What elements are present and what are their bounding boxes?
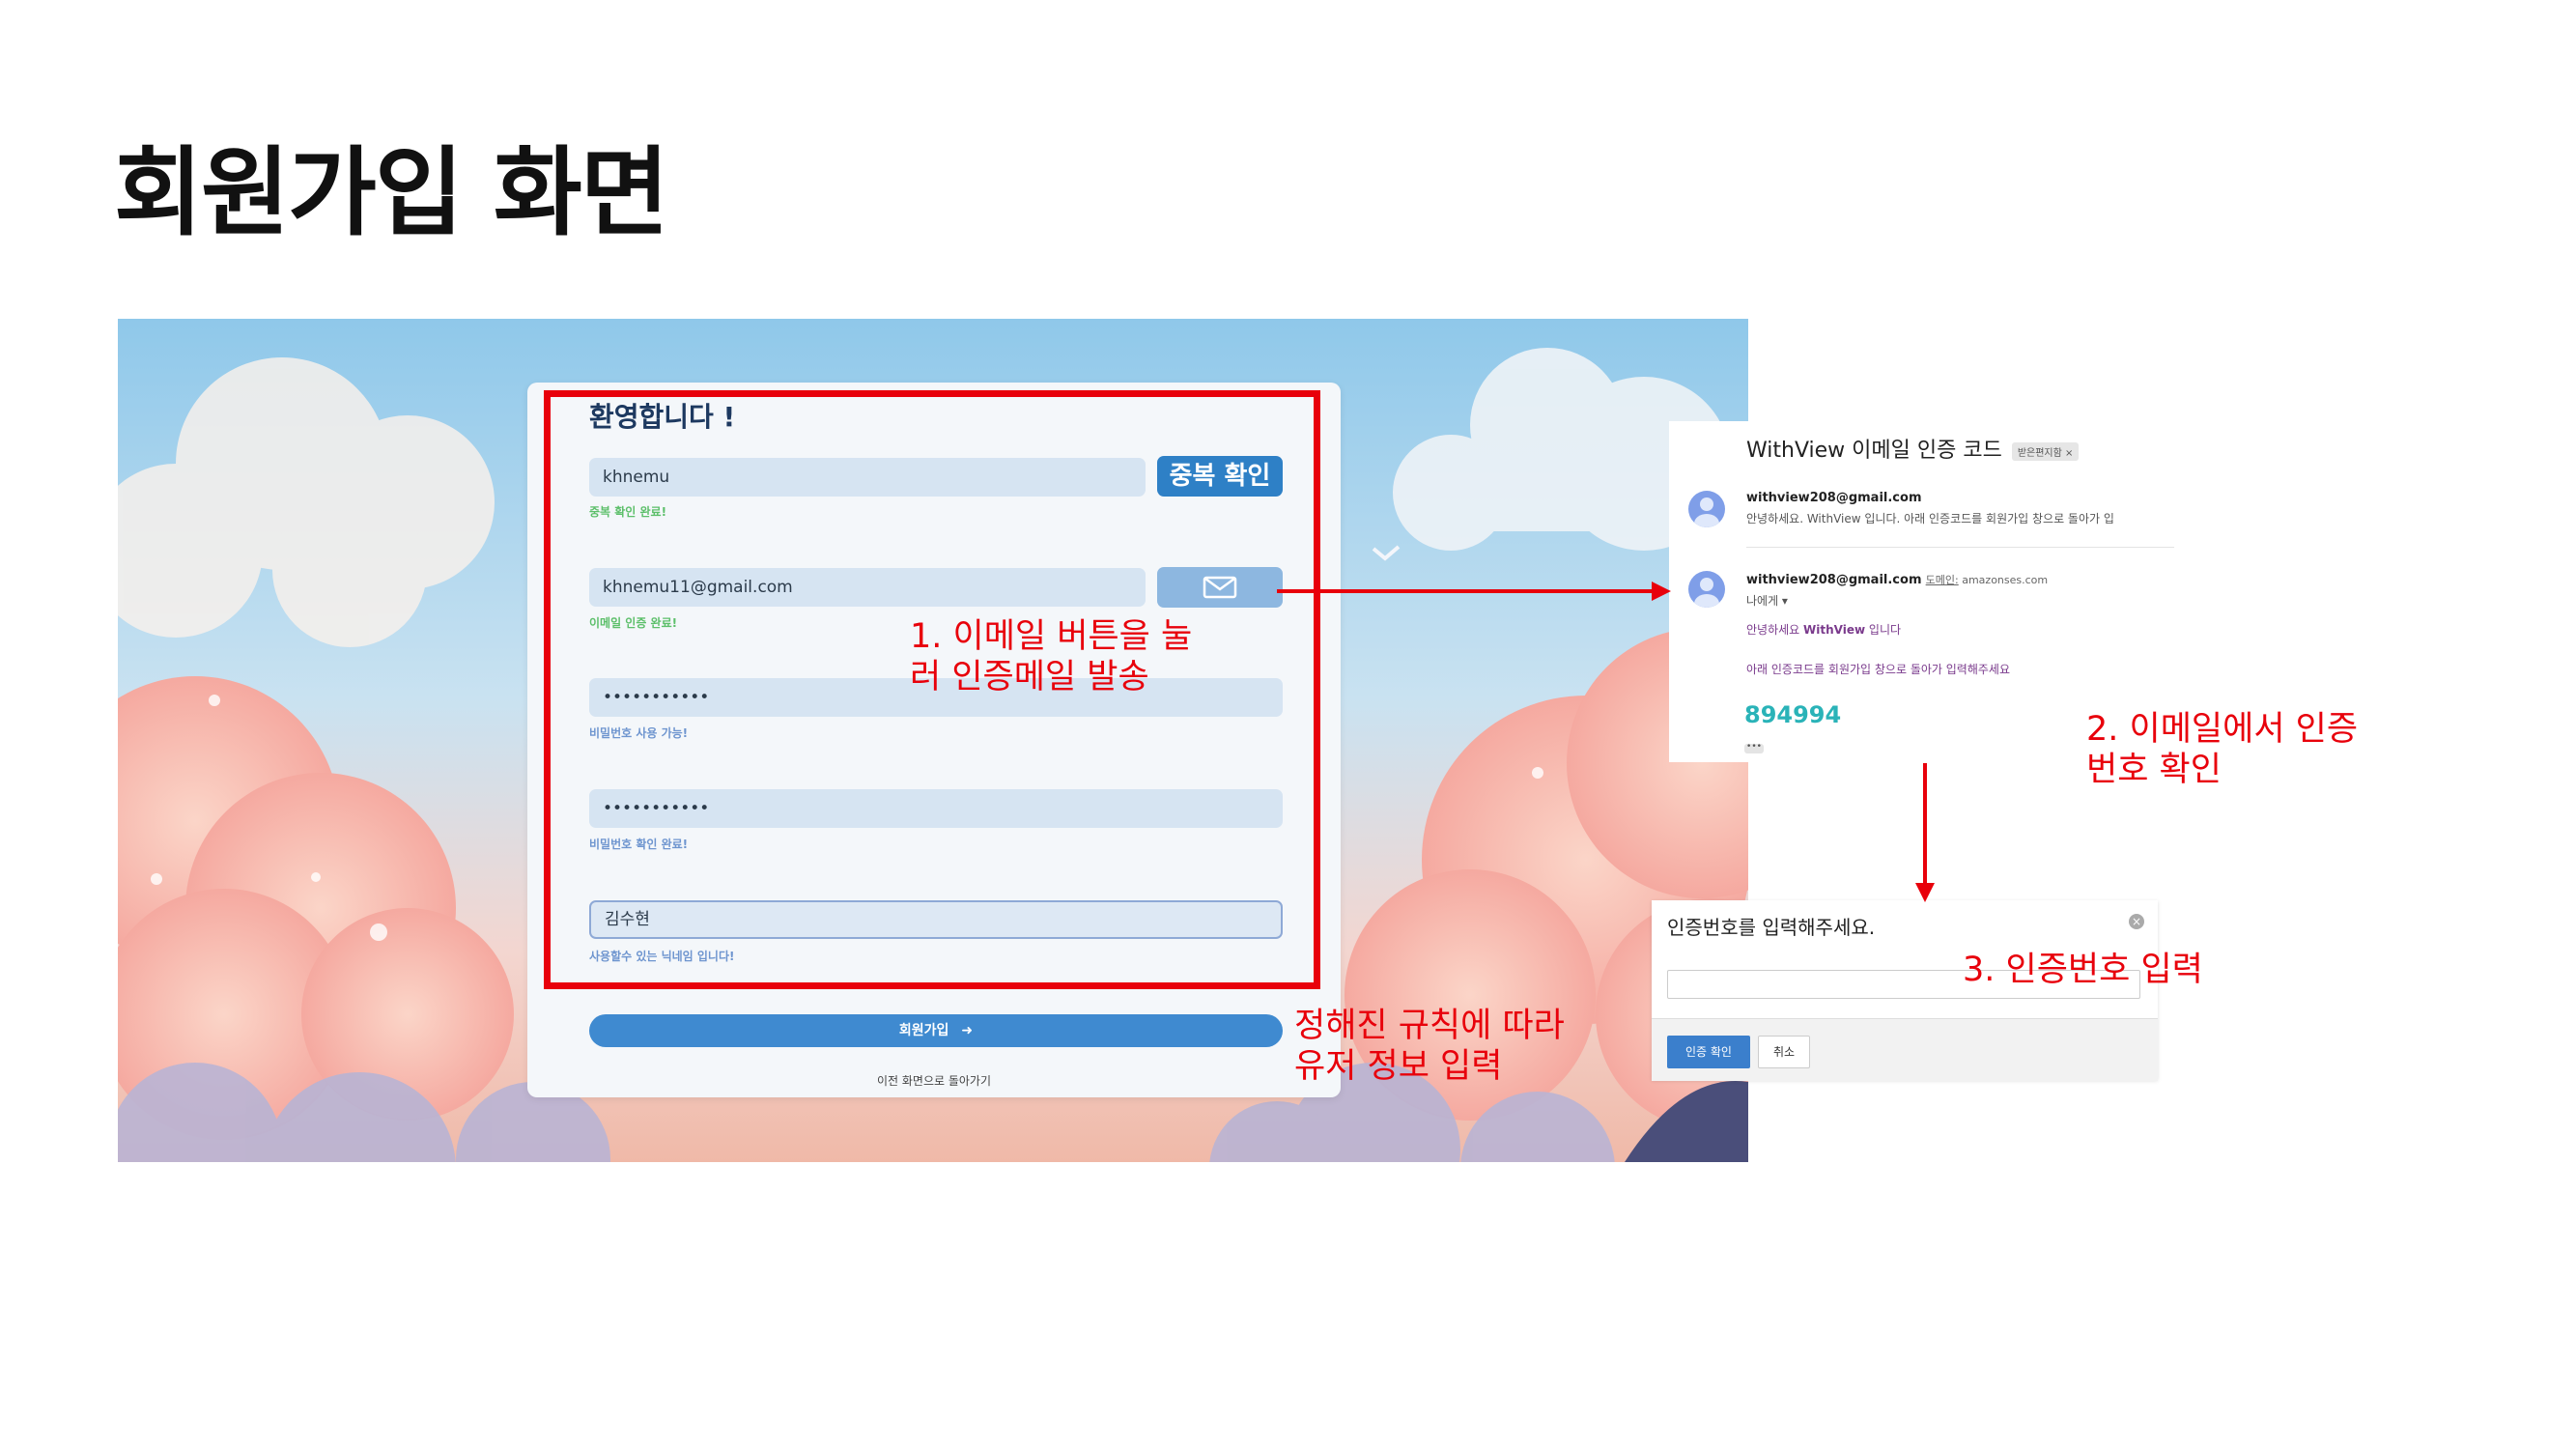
- cancel-button[interactable]: 취소: [1758, 1036, 1810, 1068]
- verification-dialog: 인증번호를 입력해주세요. × 인증 확인 취소: [1652, 900, 2158, 1081]
- msg2-sender: withview208@gmail.com: [1746, 573, 1922, 587]
- signup-button[interactable]: 회원가입 ➜: [589, 1014, 1283, 1047]
- msg2-via-label: 도메인:: [1925, 574, 1959, 586]
- msg2-to[interactable]: 나에게 ▾: [1746, 592, 1788, 609]
- slide-title: 회원가입 화면: [114, 136, 669, 249]
- msg1-preview[interactable]: 안녕하세요. WithView 입니다. 아래 인증코드를 회원가입 창으로 돌…: [1746, 510, 2114, 526]
- verify-button[interactable]: 인증 확인: [1667, 1036, 1750, 1068]
- annotation-step3: 3. 인증번호 입력: [1963, 951, 2203, 989]
- annotation-rules: 정해진 규칙에 따라 유저 정보 입력: [1294, 1007, 1565, 1086]
- dialog-title: 인증번호를 입력해주세요.: [1667, 916, 1876, 939]
- back-link[interactable]: 이전 화면으로 돌아가기: [527, 1072, 1341, 1089]
- email-subject-text: WithView 이메일 인증 코드: [1746, 439, 2002, 463]
- show-more-button[interactable]: •••: [1744, 743, 1764, 753]
- greeting-brand: WithView: [1803, 623, 1866, 637]
- divider: [1746, 547, 2174, 548]
- msg2-via-domain: amazonses.com: [1962, 574, 2049, 586]
- annotation-step1: 1. 이메일 버튼을 눌 러 인증메일 발송: [910, 617, 1193, 696]
- greeting-prefix: 안녕하세요: [1746, 623, 1800, 637]
- arrow-head-dialog: [1915, 883, 1935, 902]
- instruction-line: 아래 인증코드를 회원가입 창으로 돌아가 입력해주세요: [1746, 663, 2010, 676]
- signup-button-label: 회원가입: [898, 1023, 949, 1038]
- email-subject: WithView 이메일 인증 코드 받은편지함 ×: [1746, 433, 2080, 464]
- close-icon[interactable]: ×: [2129, 914, 2144, 929]
- greeting-suffix: 입니다: [1868, 623, 1902, 637]
- sender-avatar: [1688, 491, 1725, 527]
- msg1-sender[interactable]: withview208@gmail.com: [1746, 491, 1922, 505]
- sign-in-icon: ➜: [961, 1023, 974, 1038]
- sender-avatar: [1688, 571, 1725, 608]
- verification-code: 894994: [1744, 701, 1842, 728]
- msg2-header: withview208@gmail.com 도메인: amazonses.com: [1746, 572, 2048, 587]
- annotation-step2: 2. 이메일에서 인증 번호 확인: [2086, 710, 2359, 789]
- inbox-tag[interactable]: 받은편지함 ×: [2011, 441, 2080, 461]
- greeting-line: 안녕하세요 WithView 입니다: [1746, 621, 1901, 638]
